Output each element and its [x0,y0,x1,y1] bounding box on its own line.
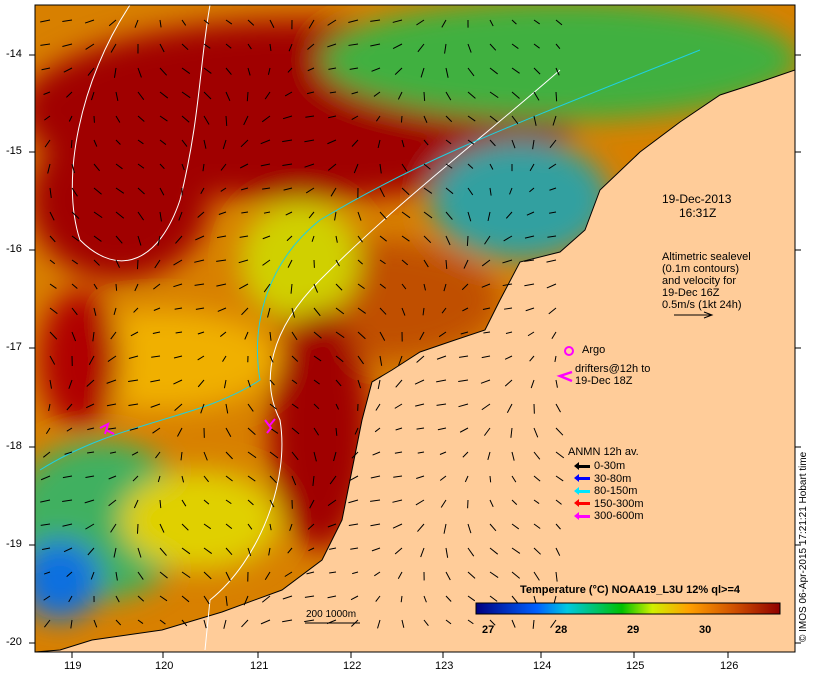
colorbar-tick: 29 [627,624,640,636]
time-label: 16:31Z [679,206,717,220]
colorbar-tick: 28 [555,624,568,636]
y-tick-label: -20 [6,636,22,648]
credit-text: © IMOS 06-Apr-2015 17:21:21 Hobart time [798,451,809,642]
sst-map [29,4,801,658]
x-tick-label: 122 [343,660,362,672]
x-tick-label: 121 [250,660,269,672]
arrow-icon [574,474,590,482]
colorbar [475,602,781,615]
sea-surface-temperature-field [35,5,795,652]
x-tick-label: 126 [720,660,739,672]
colorbar-tick: 27 [482,624,495,636]
velocity-arrow [400,115,403,123]
x-tick-label: 120 [155,660,174,672]
x-tick-label: 123 [435,660,454,672]
anmn-legend-label: 0-30m [594,460,626,472]
velocity-arrow [489,475,492,483]
altimetry-note: Altimetric sealevel (0.1m contours) and ve… [662,251,751,311]
anmn-legend-item: 150-300m [574,497,644,510]
velocity-arrow [466,235,469,247]
velocity-arrow [136,523,139,534]
velocity-arrow [555,91,558,102]
arrow-icon [574,486,590,495]
y-tick-label: -16 [6,243,22,255]
velocity-arrow [115,283,118,291]
colorbar-title: Temperature (°C) NOAA19_L3U 12% ql>=4 [520,584,740,596]
argo-label: Argo [582,344,606,356]
anmn-legend-label: 30-80m [594,472,632,485]
velocity-arrow [423,91,426,101]
anmn-legend-item: 80-150m [574,485,638,497]
anmn-legend-item: 300-600m [574,510,644,522]
colorbar-tick: 30 [699,624,712,636]
x-tick-label: 119 [64,660,82,672]
anmn-legend-label: 150-300m [594,497,644,510]
y-tick-label: -18 [6,440,22,452]
date-label: 19-Dec-2013 [662,192,732,206]
velocity-arrow [136,259,139,270]
y-tick-label: -14 [6,48,22,60]
anmn-legend-item: 0-30m [574,460,626,472]
y-tick-label: -17 [6,341,22,353]
arrow-icon [574,511,590,520]
arrow-icon [574,461,590,470]
anmn-legend-title: ANMN 12h av. [568,446,639,458]
isobath-label: 200 1000m [306,609,357,620]
y-tick-label: -15 [6,145,22,157]
x-tick-label: 125 [626,660,645,672]
drifters-label: drifters@12h to 19-Dec 18Z [575,363,651,387]
anmn-legend-item: 30-80m [574,472,632,485]
velocity-arrow [70,139,73,148]
anmn-legend-label: 80-150m [594,485,638,497]
anmn-legend-label: 300-600m [594,510,644,522]
x-tick-label: 124 [533,660,552,672]
arrow-icon [574,499,590,507]
y-tick-label: -19 [6,538,22,550]
velocity-arrow [246,91,249,102]
